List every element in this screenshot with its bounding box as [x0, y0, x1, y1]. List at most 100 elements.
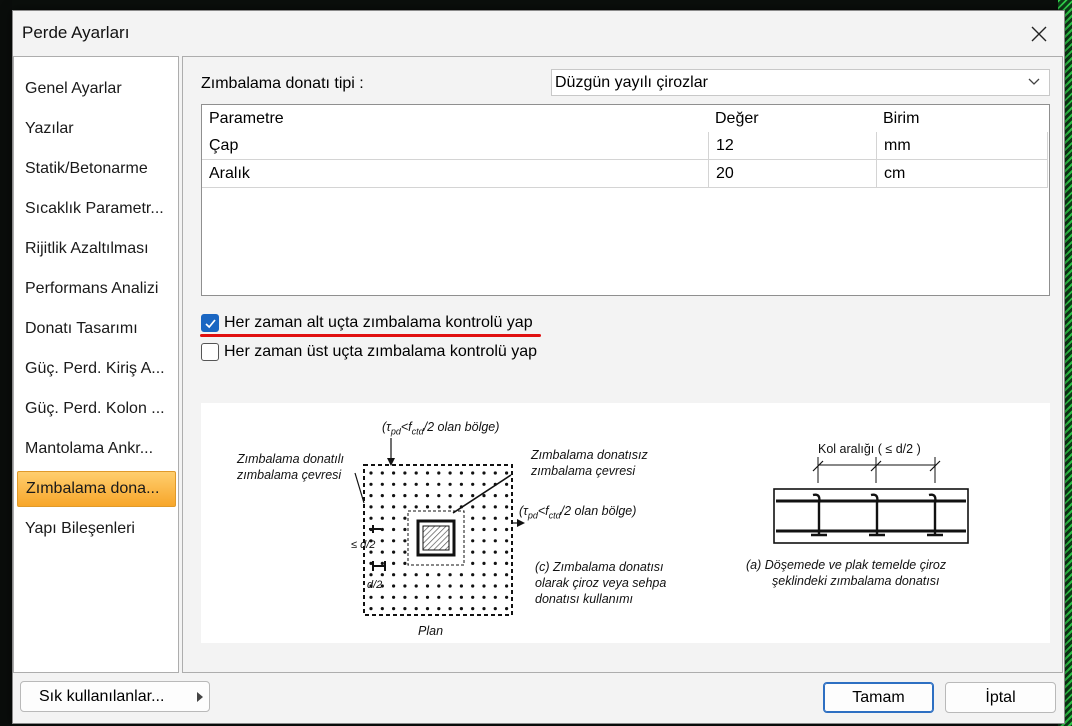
reinforcement-dot: [425, 505, 430, 509]
reinforcement-dot: [369, 607, 373, 611]
nav-item[interactable]: Güç. Perd. Kolon ...: [17, 391, 176, 427]
nav-item[interactable]: Sıcaklık Parametr...: [17, 191, 176, 227]
reinforcement-dot: [392, 527, 396, 532]
cancel-button[interactable]: İptal: [945, 682, 1056, 713]
reinforcement-dot: [437, 494, 441, 498]
nav-item[interactable]: Donatı Tasarımı: [17, 311, 176, 347]
cell-value[interactable]: 12: [708, 132, 876, 160]
reinforcement-dot: [505, 527, 509, 532]
reinforcement-dot: [403, 527, 407, 532]
reinforcement-dot: [380, 516, 384, 520]
reinforcement-dot: [459, 494, 463, 498]
reinforcement-dot: [482, 539, 486, 543]
reinforcement-dot: [369, 595, 373, 599]
cell-value[interactable]: 20: [708, 160, 876, 188]
favorites-button[interactable]: Sık kullanılanlar...: [20, 681, 210, 712]
reinforcement-dot: [403, 505, 407, 509]
reinforcement-dot: [380, 607, 384, 611]
punching-type-label: Zımbalama donatı tipi :: [201, 75, 364, 92]
reinforcement-dot: [459, 595, 463, 599]
punching-type-value: Düzgün yayılı çirozlar: [555, 74, 708, 91]
nav-item[interactable]: Statik/Betonarme: [17, 151, 176, 187]
figure-dim-a: ≤ d/2: [351, 539, 376, 551]
reinforcement-dot: [482, 550, 486, 554]
reinforcement-dot: [505, 471, 509, 475]
reinforcement-dot: [448, 482, 452, 486]
reinforcement-dot: [448, 584, 452, 588]
nav-item[interactable]: Genel Ayarlar: [17, 71, 176, 107]
reinforcement-dot: [414, 482, 418, 486]
reinforcement-dot: [403, 550, 407, 554]
reinforcement-dot: [482, 482, 486, 486]
nav-item[interactable]: Zımbalama dona...: [17, 471, 176, 507]
top-end-punching-checkbox[interactable]: Her zaman üst uçta zımbalama kontrolü ya…: [201, 342, 537, 362]
figure-dim-b: d/2: [367, 579, 383, 591]
checkmark-icon: [204, 318, 216, 328]
header-birim: Birim: [883, 110, 920, 127]
figure-top-zone-label: (τpd<fctd/2 olan bölge): [382, 420, 500, 437]
reinforcement-dot: [471, 561, 475, 565]
reinforcement-dot: [448, 494, 452, 498]
figure-plan-label: Plan: [418, 624, 444, 638]
checkbox-checked[interactable]: [201, 314, 219, 332]
reinforcement-dot: [459, 573, 463, 577]
nav-item[interactable]: Yapı Bileşenleri: [17, 511, 176, 547]
reinforcement-dot: [425, 494, 430, 498]
reinforcement-dot: [493, 561, 497, 565]
reinforcement-dot: [471, 527, 475, 532]
reinforcement-dot: [471, 584, 475, 588]
reinforcement-dot: [380, 527, 384, 532]
reinforcement-dot: [482, 516, 486, 520]
reinforcement-dot: [493, 595, 497, 599]
reinforcement-dot: [380, 494, 384, 498]
nav-item[interactable]: Yazılar: [17, 111, 176, 147]
reinforcement-dot: [505, 584, 509, 588]
reinforcement-dot: [369, 471, 373, 475]
reinforcement-dot: [392, 516, 396, 520]
reinforcement-dot: [437, 595, 441, 599]
reinforcement-dot: [403, 573, 407, 577]
punching-type-select[interactable]: Düzgün yayılı çirozlar: [551, 69, 1050, 96]
reinforcement-dot: [505, 607, 509, 611]
nav-item[interactable]: Güç. Perd. Kiriş A...: [17, 351, 176, 387]
reinforcement-dot: [425, 573, 430, 577]
reinforcement-dot: [505, 550, 509, 554]
reinforcement-dot: [448, 573, 452, 577]
reinforcement-dot: [380, 595, 384, 599]
nav-item[interactable]: Performans Analizi: [17, 271, 176, 307]
reinforcement-dot: [403, 482, 407, 486]
table-row[interactable]: Çap 12 mm: [202, 132, 1049, 160]
checkbox-unchecked[interactable]: [201, 343, 219, 361]
nav-item[interactable]: Rijitlik Azaltılması: [17, 231, 176, 267]
reinforcement-dot: [482, 573, 486, 577]
reinforcement-dot: [471, 471, 475, 475]
reinforcement-dot: [425, 607, 430, 611]
table-header-row: Parametre Değer Birim: [202, 105, 1049, 133]
ok-button[interactable]: Tamam: [823, 682, 934, 713]
reinforcement-dot: [505, 482, 509, 486]
reinforcement-dot: [471, 550, 475, 554]
reinforcement-dot: [471, 607, 475, 611]
reinforcement-dot: [471, 516, 475, 520]
reinforcement-dot: [392, 539, 396, 543]
reinforcement-dot: [403, 607, 407, 611]
reinforcement-dot: [403, 539, 407, 543]
reinforcement-dot: [403, 595, 407, 599]
table-row[interactable]: Aralık 20 cm: [202, 160, 1049, 188]
reinforcement-dot: [380, 505, 384, 509]
figure-side-zone-label: (τpd<fctd/2 olan bölge): [519, 504, 637, 521]
close-button[interactable]: [1022, 19, 1056, 49]
reinforcement-dot: [482, 561, 486, 565]
reinforcement-dot: [380, 573, 384, 577]
reinforcement-dot: [505, 561, 509, 565]
reinforcement-dot: [414, 595, 418, 599]
reinforcement-dot: [493, 516, 497, 520]
reinforcement-dot: [403, 471, 407, 475]
bottom-end-punching-checkbox[interactable]: Her zaman alt uçta zımbalama kontrolü ya…: [201, 313, 533, 333]
reinforcement-dot: [482, 595, 486, 599]
nav-item[interactable]: Mantolama Ankr...: [17, 431, 176, 467]
header-parametre: Parametre: [209, 110, 284, 127]
reinforcement-dot: [448, 471, 452, 475]
checkbox-label: Her zaman alt uçta zımbalama kontrolü ya…: [224, 314, 533, 331]
reinforcement-dot: [414, 471, 418, 475]
